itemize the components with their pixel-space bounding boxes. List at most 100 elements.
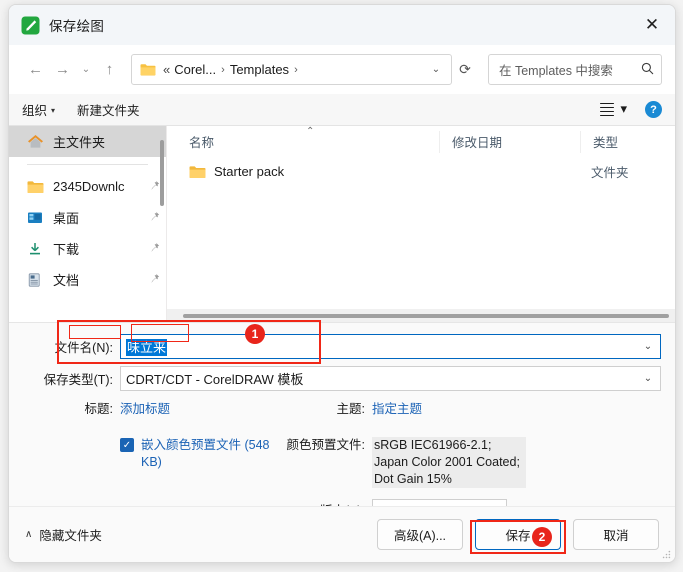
- new-folder-button[interactable]: 新建文件夹: [77, 100, 140, 119]
- chevron-down-icon: ▾: [620, 101, 627, 117]
- breadcrumb-item-corel[interactable]: Corel...: [174, 62, 216, 77]
- up-button[interactable]: ↑: [96, 56, 123, 83]
- sidebar-divider: [27, 164, 148, 165]
- sidebar-item-label: 主文件夹: [53, 135, 106, 150]
- hide-folders-label: 隐藏文件夹: [39, 529, 102, 543]
- filename-selected-text: 味立来: [126, 339, 168, 356]
- horizontal-scrollbar[interactable]: [167, 309, 675, 322]
- organize-label: 组织: [22, 104, 48, 118]
- subject-label: 主题:: [336, 402, 365, 416]
- search-icon: [641, 62, 654, 78]
- filetype-label: 保存类型(T):: [43, 373, 113, 387]
- home-icon: [27, 133, 46, 150]
- help-button[interactable]: ?: [645, 101, 662, 118]
- colorprofile-value: sRGB IEC61966-2.1; Japan Color 2001 Coat…: [372, 437, 526, 488]
- embed-profile-checkbox[interactable]: ✓: [120, 438, 134, 452]
- sidebar-item-home[interactable]: 主文件夹: [9, 126, 166, 157]
- save-button[interactable]: 保存: [475, 519, 561, 550]
- advanced-button[interactable]: 高级(A)...: [377, 519, 463, 550]
- pin-icon[interactable]: [149, 242, 160, 256]
- search-box[interactable]: 在 Templates 中搜索: [488, 54, 662, 85]
- list-view-icon: [600, 100, 615, 118]
- sidebar-item-label: 下载: [53, 242, 80, 257]
- chevron-down-icon: ▾: [51, 106, 56, 115]
- title-bar: 保存绘图 ✕: [9, 5, 675, 45]
- pin-icon[interactable]: [149, 273, 160, 287]
- embed-profile-row: ✓ 嵌入颜色预置文件 (548 KB): [9, 437, 277, 471]
- sidebar-item-2345downloads[interactable]: 2345Downlc: [9, 171, 166, 202]
- spacer-label: [9, 437, 120, 471]
- folder-icon: [27, 178, 46, 195]
- navigation-sidebar: 主文件夹 2345Downlc 桌面 下载 文档: [9, 126, 167, 322]
- organize-menu[interactable]: 组织 ▾: [22, 100, 55, 119]
- embed-profile-checkbox-row[interactable]: ✓ 嵌入颜色预置文件 (548 KB): [120, 437, 277, 471]
- sidebar-item-downloads[interactable]: 下载: [9, 233, 166, 264]
- sort-ascending-icon: ⌃: [306, 126, 315, 137]
- sidebar-item-documents[interactable]: 文档: [9, 264, 166, 295]
- chevron-down-icon[interactable]: ⌄: [425, 64, 447, 75]
- filename-input[interactable]: 味立来: [126, 337, 638, 356]
- dialog-title: 保存绘图: [49, 19, 105, 34]
- folder-icon: [140, 63, 156, 76]
- save-form: 文件名(N): 味立来 ⌄ 保存类型(T): CDRT/CDT - CorelD…: [9, 322, 675, 533]
- filename-row: 文件名(N): 味立来 ⌄: [9, 333, 675, 360]
- colorprofile-label: 颜色预置文件:: [286, 438, 365, 452]
- column-header-name[interactable]: 名称: [167, 130, 440, 153]
- breadcrumb[interactable]: « Corel... › Templates ›: [163, 62, 425, 77]
- scrollbar-thumb[interactable]: [183, 313, 669, 318]
- pin-icon[interactable]: [149, 180, 160, 194]
- title-row: 标题: 添加标题: [9, 401, 277, 418]
- sidebar-scrollbar[interactable]: [160, 140, 164, 206]
- filetype-row: 保存类型(T): CDRT/CDT - CorelDRAW 模板 ⌄: [9, 365, 675, 392]
- save-drawing-dialog: 保存绘图 ✕ ← → ⌄ ↑ « Corel... › Templates › …: [8, 4, 676, 563]
- embed-profile-label: 嵌入颜色预置文件 (548 KB): [141, 438, 270, 469]
- screenshot-root: 保存绘图 ✕ ← → ⌄ ↑ « Corel... › Templates › …: [0, 0, 683, 572]
- sidebar-item-label: 文档: [53, 273, 80, 288]
- column-header-type[interactable]: 类型: [581, 131, 675, 153]
- chevron-up-icon: ∧: [25, 529, 33, 540]
- table-row[interactable]: Starter pack 文件夹: [167, 157, 675, 186]
- search-input[interactable]: 在 Templates 中搜索: [499, 60, 641, 79]
- breadcrumb-separator: ›: [221, 63, 225, 76]
- back-button[interactable]: ←: [22, 56, 49, 83]
- title-label: 标题:: [84, 402, 113, 416]
- breadcrumb-separator-end: ›: [294, 63, 298, 76]
- breadcrumb-item-templates[interactable]: Templates: [230, 62, 289, 77]
- cancel-button[interactable]: 取消: [573, 519, 659, 550]
- file-type-cell: 文件夹: [591, 166, 629, 180]
- refresh-icon[interactable]: ⟳: [452, 61, 478, 78]
- resize-grip[interactable]: [662, 550, 671, 559]
- breadcrumb-prefix: «: [163, 62, 171, 77]
- filename-label: 文件名(N):: [54, 341, 113, 355]
- sidebar-item-desktop[interactable]: 桌面: [9, 202, 166, 233]
- address-bar[interactable]: « Corel... › Templates › ⌄: [131, 54, 452, 85]
- dialog-body: 主文件夹 2345Downlc 桌面 下载 文档 ⌃ 名称 修改日期 类型 St…: [9, 126, 675, 322]
- column-header-modified[interactable]: 修改日期: [440, 130, 581, 153]
- sidebar-item-label: 桌面: [53, 211, 80, 226]
- column-headers: 名称 修改日期 类型: [167, 126, 675, 157]
- colorprofile-row: 颜色预置文件: sRGB IEC61966-2.1; Japan Color 2…: [277, 437, 661, 488]
- sidebar-item-label: 2345Downlc: [53, 179, 125, 194]
- pin-icon[interactable]: [149, 211, 160, 225]
- hide-folders-button[interactable]: ∧ 隐藏文件夹: [25, 525, 102, 544]
- filetype-combobox[interactable]: CDRT/CDT - CorelDRAW 模板 ⌄: [120, 366, 661, 391]
- dialog-footer: ∧ 隐藏文件夹 高级(A)... 保存 取消: [9, 506, 675, 562]
- desktop-icon: [27, 209, 46, 226]
- filetype-value: CDRT/CDT - CorelDRAW 模板: [126, 372, 304, 387]
- document-icon: [27, 271, 46, 288]
- file-name-cell: Starter pack: [167, 164, 439, 179]
- coreldraw-icon: [21, 16, 40, 35]
- recent-locations-button[interactable]: ⌄: [76, 56, 96, 83]
- navigation-bar: ← → ⌄ ↑ « Corel... › Templates › ⌄ ⟳ 在 T…: [9, 45, 675, 94]
- forward-button[interactable]: →: [49, 56, 76, 83]
- file-list-pane: ⌃ 名称 修改日期 类型 Starter pack 文件夹: [167, 126, 675, 322]
- view-options-button[interactable]: ▾: [600, 100, 627, 118]
- chevron-down-icon[interactable]: ⌄: [638, 373, 658, 384]
- subject-row: 主题: 指定主题: [277, 401, 661, 418]
- filename-combobox[interactable]: 味立来 ⌄: [120, 334, 661, 359]
- download-icon: [27, 240, 46, 257]
- chevron-down-icon[interactable]: ⌄: [638, 341, 658, 352]
- specify-subject-link[interactable]: 指定主题: [372, 401, 422, 418]
- add-title-link[interactable]: 添加标题: [120, 401, 170, 418]
- close-icon[interactable]: ✕: [629, 5, 675, 45]
